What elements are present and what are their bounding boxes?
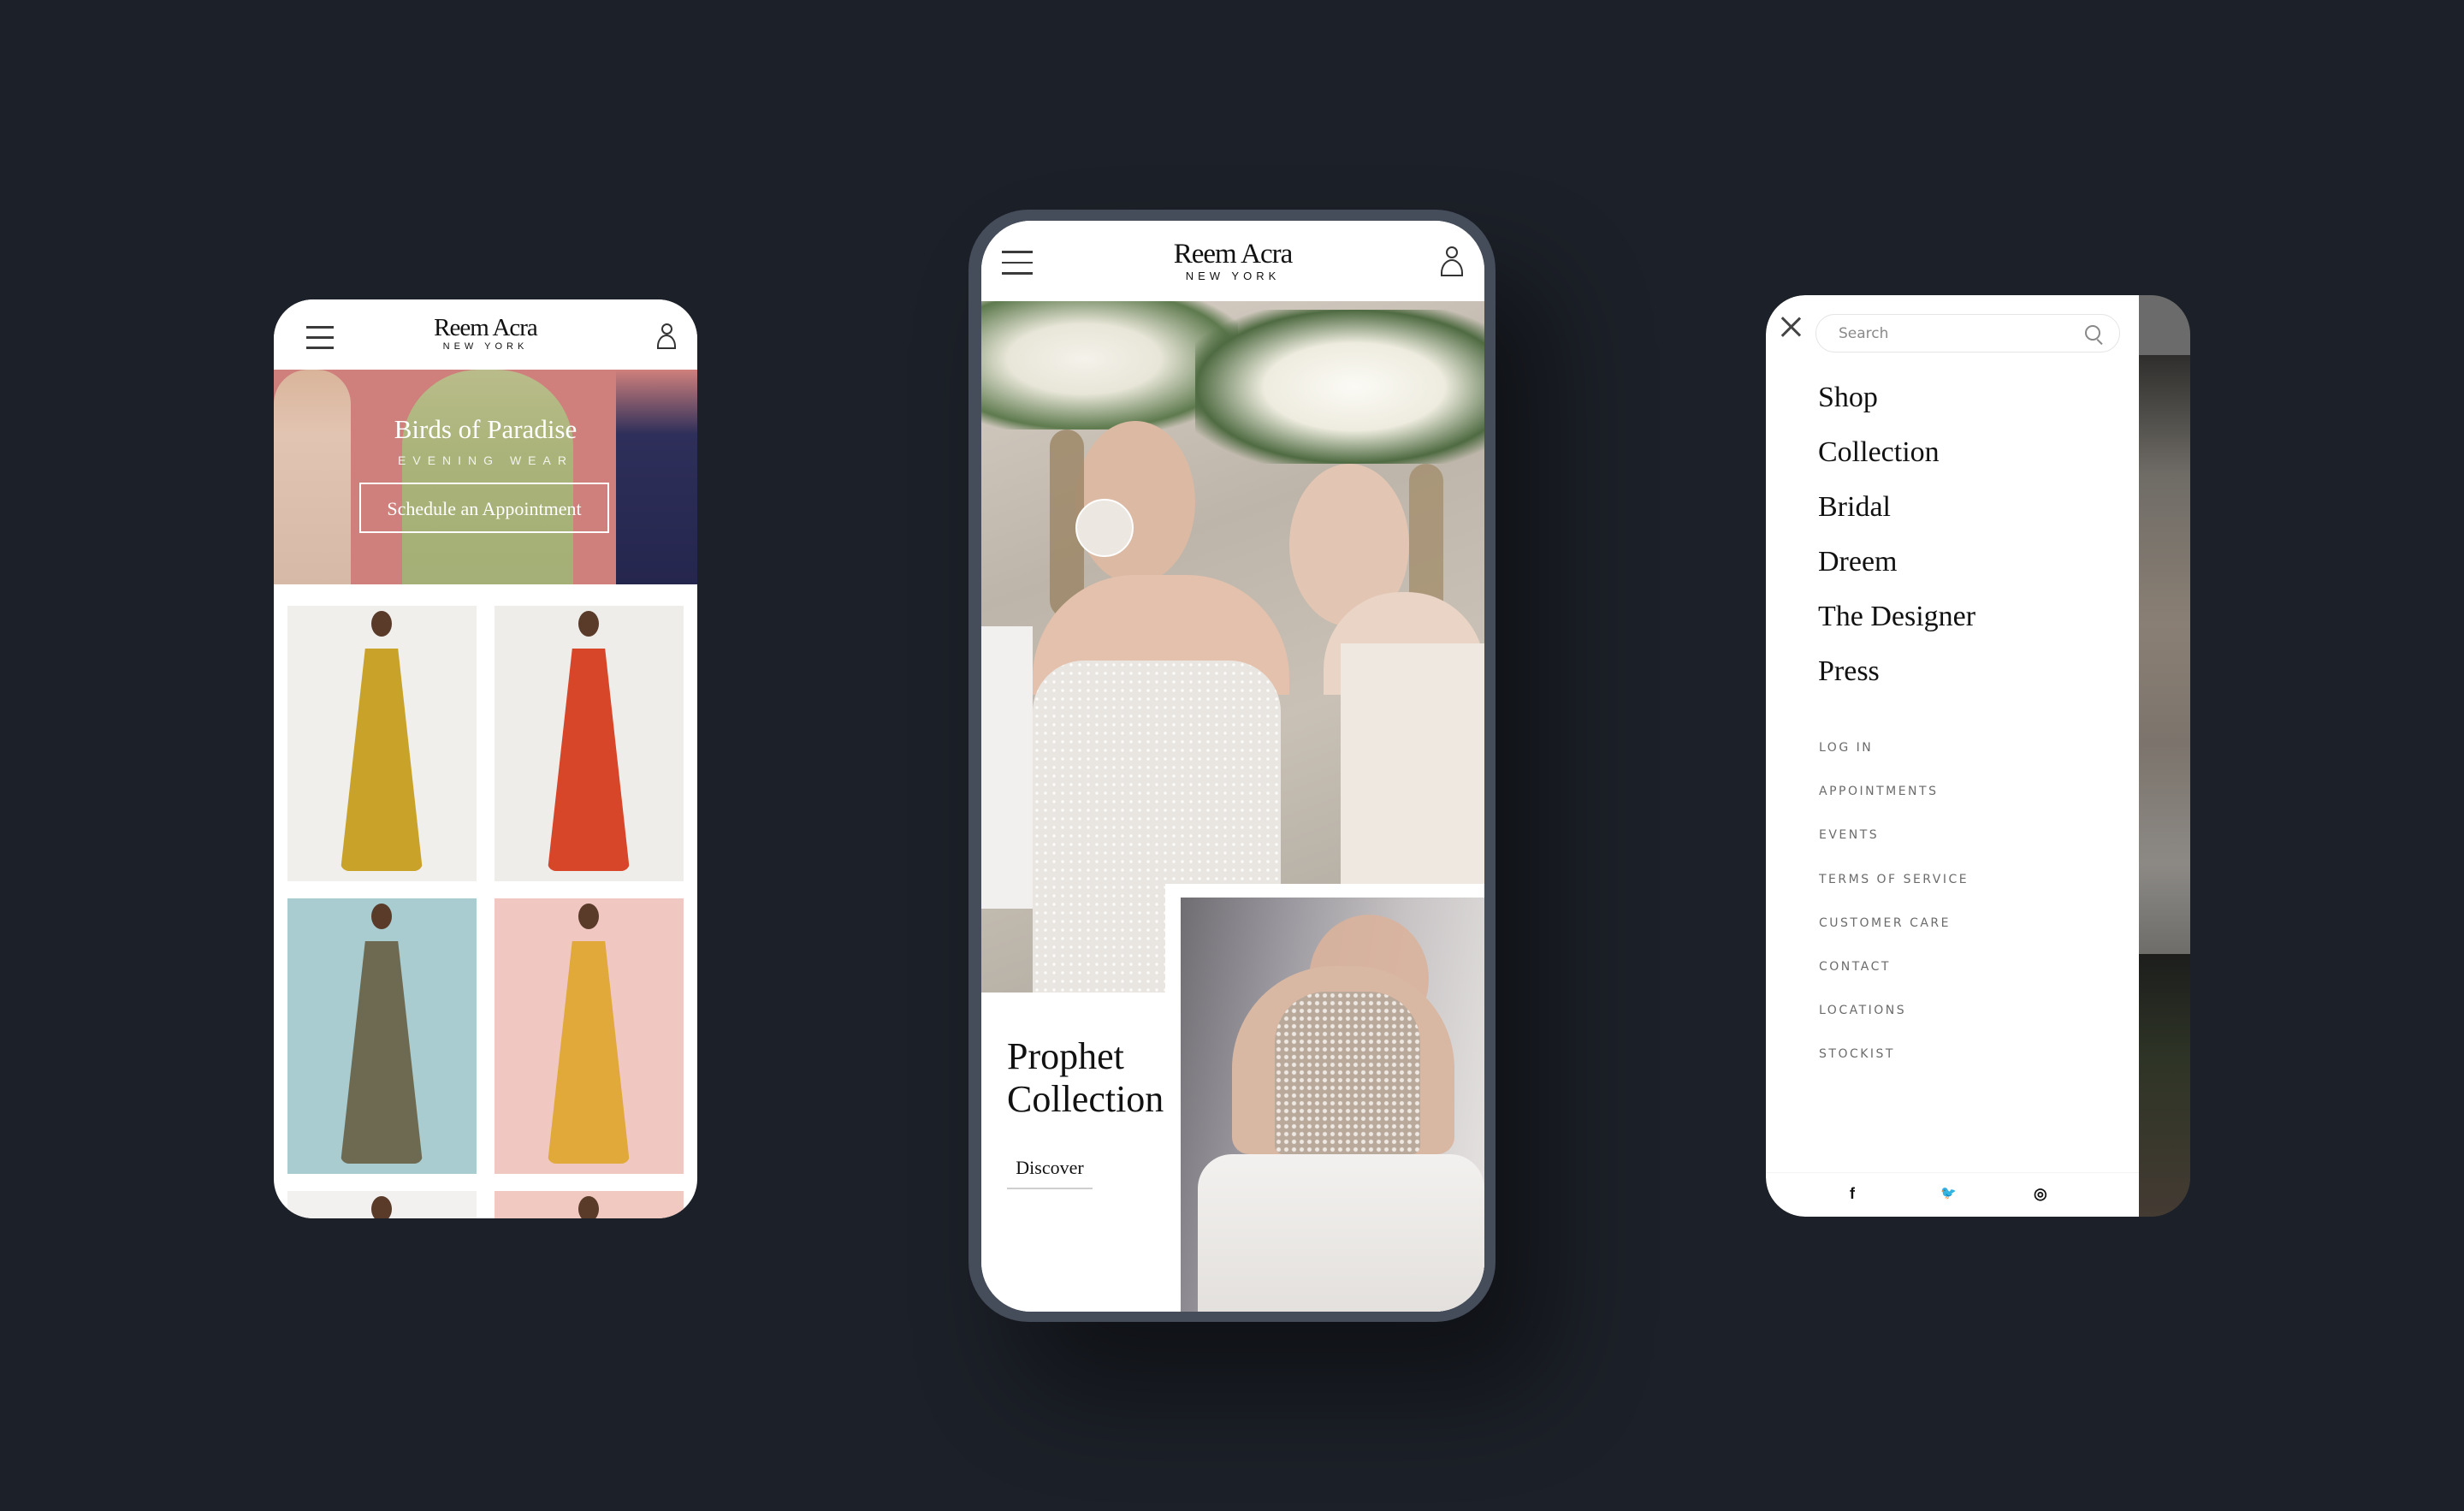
search-field[interactable] bbox=[1815, 314, 2120, 353]
nav-item-terms-of-service[interactable]: TERMS OF SERVICE bbox=[1819, 873, 1969, 916]
collection-title-line: Prophet bbox=[1007, 1035, 1124, 1077]
site-header: Reem Acra NEW YORK bbox=[274, 299, 697, 370]
product-tile[interactable] bbox=[287, 606, 477, 881]
model-head bbox=[578, 904, 599, 929]
dress bbox=[341, 649, 423, 871]
model-figure bbox=[402, 370, 573, 584]
brand-logo[interactable]: Reem Acra NEW YORK bbox=[274, 315, 697, 352]
dress bbox=[548, 649, 630, 871]
dimmed-page-overlay[interactable] bbox=[2139, 295, 2190, 1217]
model-head bbox=[371, 904, 392, 929]
hero-title: Birds of Paradise bbox=[394, 414, 578, 444]
nav-item-the-designer[interactable]: The Designer bbox=[1818, 600, 1975, 655]
model-head bbox=[578, 1196, 599, 1218]
model-head bbox=[578, 611, 599, 637]
brand-name: Reem Acra bbox=[1173, 239, 1294, 270]
social-links: f 🐦 ◎ bbox=[1766, 1172, 2139, 1217]
collection-image-lace-gown[interactable] bbox=[1181, 898, 1484, 1312]
product-tile[interactable] bbox=[287, 898, 477, 1174]
nav-item-dreem[interactable]: Dreem bbox=[1818, 545, 1975, 600]
secondary-nav: LOG IN APPOINTMENTS EVENTS TERMS OF SERV… bbox=[1819, 741, 1969, 1092]
instagram-icon[interactable]: ◎ bbox=[2034, 1185, 2047, 1203]
hero-banner: Birds of Paradise EVENING WEAR Schedule … bbox=[274, 370, 697, 584]
site-header: Reem Acra NEW YORK bbox=[981, 221, 1484, 301]
model-figure bbox=[616, 370, 697, 584]
account-icon[interactable] bbox=[657, 323, 676, 349]
brand-location: NEW YORK bbox=[1185, 270, 1281, 282]
discover-link[interactable]: Discover bbox=[1007, 1157, 1093, 1179]
schedule-appointment-button[interactable]: Schedule an Appointment bbox=[359, 483, 609, 533]
mobile-screen-menu: Shop Collection Bridal Dreem The Designe… bbox=[1766, 295, 2190, 1217]
dress bbox=[548, 941, 630, 1164]
nav-item-appointments[interactable]: APPOINTMENTS bbox=[1819, 785, 1969, 828]
twitter-icon[interactable]: 🐦 bbox=[1940, 1185, 1957, 1200]
tulle-skirt bbox=[1198, 1154, 1484, 1312]
brand-logo[interactable]: Reem Acra NEW YORK bbox=[981, 240, 1484, 282]
facebook-icon[interactable]: f bbox=[1850, 1185, 1855, 1203]
carousel-indicator[interactable] bbox=[1075, 499, 1134, 557]
mobile-screen-home: Reem Acra NEW YORK Birds of Paradise EVE… bbox=[274, 299, 697, 1218]
product-tile[interactable] bbox=[495, 898, 684, 1174]
brand-name: Reem Acra bbox=[434, 314, 538, 341]
nav-item-locations[interactable]: LOCATIONS bbox=[1819, 1004, 1969, 1047]
flower-crown bbox=[1195, 310, 1484, 464]
nav-item-shop[interactable]: Shop bbox=[1818, 381, 1975, 436]
navigation-drawer: Shop Collection Bridal Dreem The Designe… bbox=[1766, 295, 2139, 1217]
nav-item-customer-care[interactable]: CUSTOMER CARE bbox=[1819, 916, 1969, 960]
model-head bbox=[371, 1196, 392, 1218]
nav-item-log-in[interactable]: LOG IN bbox=[1819, 741, 1969, 785]
collection-title-line: Collection bbox=[1007, 1078, 1164, 1120]
mobile-screen-collection: Reem Acra NEW YORK Prophet Collection Di… bbox=[981, 221, 1484, 1312]
account-icon[interactable] bbox=[1441, 246, 1463, 277]
collection-title: Prophet Collection bbox=[1007, 1035, 1164, 1121]
product-tile[interactable] bbox=[287, 1191, 477, 1218]
search-icon[interactable] bbox=[2085, 325, 2100, 341]
nav-item-events[interactable]: EVENTS bbox=[1819, 828, 1969, 872]
nav-item-stockist[interactable]: STOCKIST bbox=[1819, 1047, 1969, 1091]
collection-promo: Prophet Collection Discover bbox=[981, 993, 1165, 1312]
model-head bbox=[371, 611, 392, 637]
close-icon[interactable] bbox=[1778, 314, 1804, 340]
discover-underline bbox=[1007, 1188, 1093, 1189]
nav-item-contact[interactable]: CONTACT bbox=[1819, 960, 1969, 1004]
nav-item-collection[interactable]: Collection bbox=[1818, 436, 1975, 490]
product-tile[interactable] bbox=[495, 606, 684, 881]
model-figure bbox=[274, 370, 351, 584]
nav-item-press[interactable]: Press bbox=[1818, 655, 1975, 709]
dress bbox=[341, 941, 423, 1164]
brand-location: NEW YORK bbox=[442, 341, 529, 352]
hero-subtitle: EVENING WEAR bbox=[398, 453, 573, 467]
search-input[interactable] bbox=[1837, 315, 2080, 353]
lace-bodice bbox=[1275, 992, 1420, 1154]
primary-nav: Shop Collection Bridal Dreem The Designe… bbox=[1818, 381, 1975, 709]
product-tile[interactable] bbox=[495, 1191, 684, 1218]
nav-item-bridal[interactable]: Bridal bbox=[1818, 490, 1975, 545]
